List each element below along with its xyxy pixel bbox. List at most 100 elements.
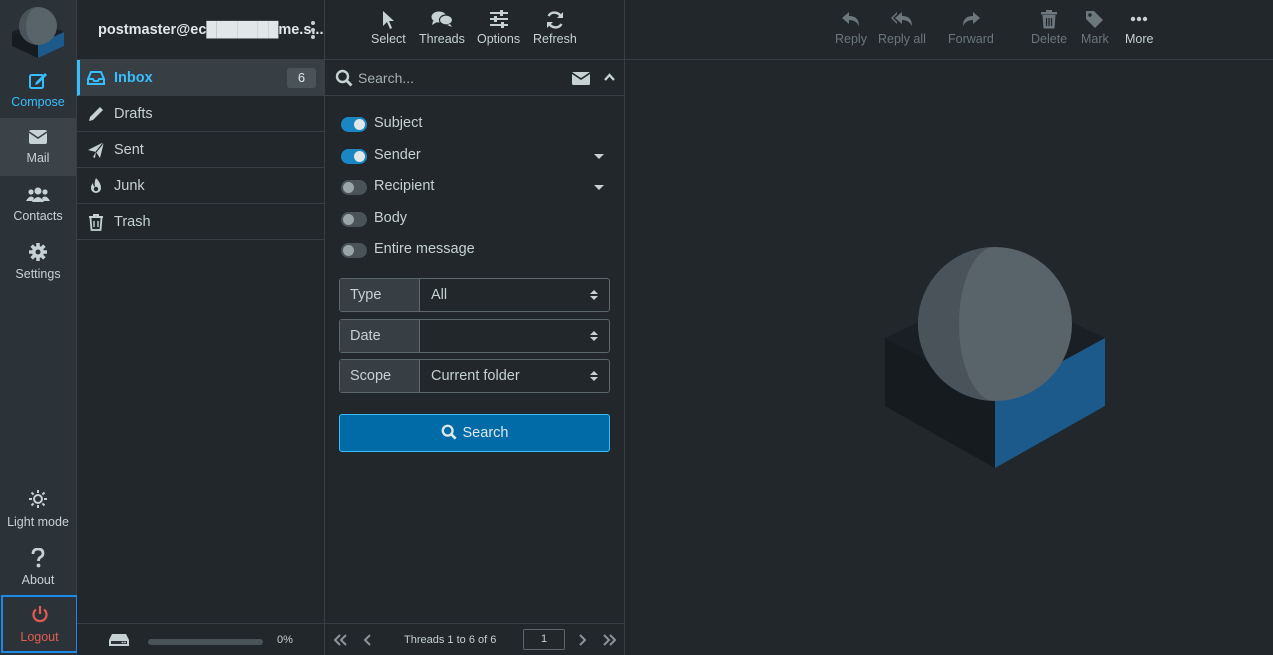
first-page-icon[interactable] [332,633,348,647]
mark-button[interactable]: Mark [1081,10,1109,46]
caret-down-icon[interactable] [594,185,604,190]
users-icon [26,187,50,202]
options-button[interactable]: Options [477,10,520,46]
roundcube-logo[interactable] [10,6,66,58]
scope-select-label: Scope [340,360,420,392]
scope-select[interactable]: Scope Current folder [339,359,610,393]
trash-icon [1041,10,1058,29]
search-button-label: Search [462,425,509,441]
select-arrows-icon [590,290,598,300]
more-label: More [1125,32,1154,46]
message-list-panel: Select Threads Options Refresh Subjec [325,0,625,655]
refresh-label: Refresh [533,32,577,46]
threads-button[interactable]: Threads [419,10,465,46]
compose-button[interactable]: Compose [0,62,76,120]
paper-plane-icon [88,141,105,158]
inbox-icon [87,71,105,85]
folder-sent[interactable]: Sent [77,132,324,168]
page-number-input[interactable]: 1 [523,629,565,650]
folder-drafts[interactable]: Drafts [77,96,324,132]
quota-percent: 0% [277,634,293,646]
refresh-button[interactable]: Refresh [533,10,577,46]
refresh-icon [546,11,563,29]
pagination: Threads 1 to 6 of 6 1 [325,623,625,655]
account-name: postmaster@ec███████me.s... [98,22,324,38]
previous-page-icon[interactable] [360,633,376,647]
mail-label: Mail [26,151,50,165]
settings-button[interactable]: Settings [0,234,76,292]
contacts-label: Contacts [13,209,63,223]
webmail-app: Compose Mail Contacts Settings Light mod… [0,0,1273,655]
folder-trash[interactable]: Trash [77,204,324,240]
kebab-menu-icon[interactable] [308,20,318,40]
folder-list-panel: postmaster@ec███████me.s... Inbox 6 Draf… [77,0,325,655]
folder-junk[interactable]: Junk [77,168,324,204]
thread-count: Threads 1 to 6 of 6 [404,634,497,646]
select-label: Select [371,32,406,46]
search-icon [441,424,457,440]
reply-button[interactable]: Reply [835,10,867,46]
mail-button[interactable]: Mail [0,118,76,176]
select-arrows-icon [590,331,598,341]
message-content-panel: Reply Reply all Forward Delete Mark More [625,0,1273,655]
folder-label: Drafts [114,106,153,122]
folder-label: Trash [114,214,151,230]
settings-label: Settings [15,267,61,281]
hard-drive-icon [109,634,129,646]
reply-all-button[interactable]: Reply all [878,10,926,46]
search-icon [335,69,353,87]
forward-button[interactable]: Forward [948,10,994,46]
sun-icon [29,490,47,508]
envelope-icon[interactable] [572,72,590,85]
search-button[interactable]: Search [339,414,610,452]
recipient-toggle[interactable] [341,180,367,195]
folder-label: Junk [114,178,145,194]
select-button[interactable]: Select [371,10,406,46]
light-mode-button[interactable]: Light mode [0,482,76,540]
fire-icon [91,178,101,193]
reply-all-label: Reply all [878,32,926,46]
mark-label: Mark [1081,32,1109,46]
main-menu-rail: Compose Mail Contacts Settings Light mod… [0,0,78,655]
forward-icon [962,12,980,26]
caret-down-icon[interactable] [594,154,604,159]
threads-label: Threads [419,32,465,46]
more-icon [1131,16,1148,22]
date-select[interactable]: Date [339,319,610,353]
account-header: postmaster@ec███████me.s... [77,0,324,60]
body-toggle[interactable] [341,212,367,227]
reply-label: Reply [835,32,867,46]
question-icon [31,548,45,568]
about-label: About [21,573,55,587]
list-toolbar: Select Threads Options Refresh [325,0,624,60]
delete-button[interactable]: Delete [1031,10,1067,46]
unread-count-badge: 6 [287,68,316,88]
sender-toggle[interactable] [341,149,367,164]
search-input[interactable] [358,67,568,89]
entire-message-toggle[interactable] [341,243,367,258]
next-page-icon[interactable] [574,633,590,647]
about-button[interactable]: About [0,540,76,598]
reply-all-icon [890,12,912,26]
date-select-label: Date [340,320,420,352]
last-page-icon[interactable] [602,633,618,647]
options-label: Options [477,32,521,46]
message-toolbar: Reply Reply all Forward Delete Mark More [625,0,1273,60]
chevron-up-icon[interactable] [604,73,615,81]
subject-toggle[interactable] [341,117,367,132]
quota-bar [148,639,263,645]
quota-display: 0% [77,623,325,655]
forward-label: Forward [948,32,994,46]
type-select-label: Type [340,279,420,311]
folder-label: Sent [114,142,144,158]
more-button[interactable]: More [1125,10,1153,46]
folder-inbox[interactable]: Inbox 6 [77,60,324,96]
option-label: Subject [374,115,423,131]
delete-label: Delete [1031,32,1068,46]
contacts-button[interactable]: Contacts [0,176,76,234]
search-bar [325,60,624,96]
power-icon [31,606,48,623]
logout-button[interactable]: Logout [1,595,78,653]
type-select[interactable]: Type All [339,278,610,312]
type-select-value: All [431,287,448,303]
